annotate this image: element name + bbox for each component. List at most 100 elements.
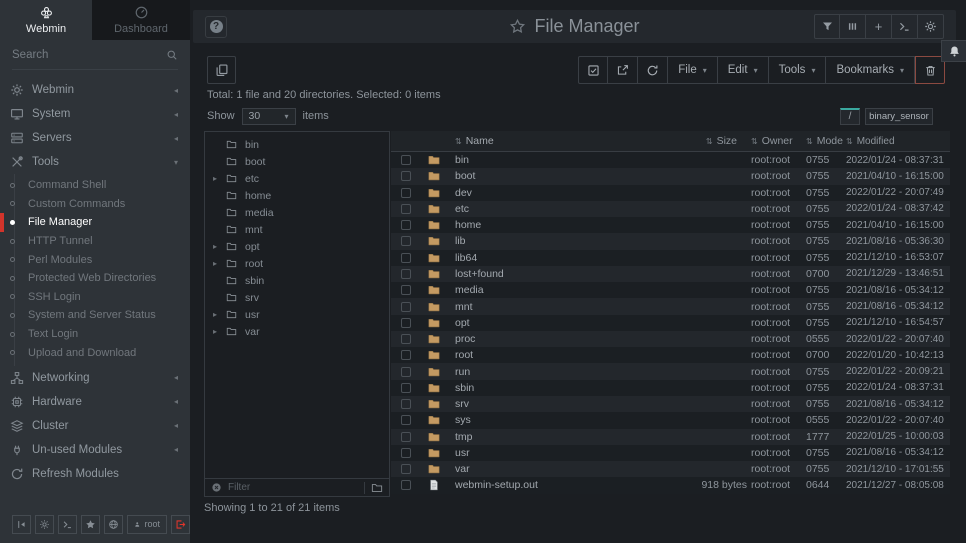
sidebar-item-un-used-modules[interactable]: Un-used Modules	[0, 438, 190, 462]
user-button[interactable]: root	[127, 515, 167, 534]
sidebar-item-system-and-server-status[interactable]: System and Server Status	[0, 306, 190, 325]
sidebar-item-upload-and-download[interactable]: Upload and Download	[0, 343, 190, 362]
checkbox[interactable]	[401, 432, 411, 442]
table-row-mnt[interactable]: mntroot:root07552021/08/16 - 05:34:12	[391, 298, 950, 314]
checkbox[interactable]	[401, 334, 411, 344]
theme-toggle-button[interactable]	[35, 515, 54, 534]
tab-webmin[interactable]: Webmin	[0, 0, 92, 40]
sidebar-item-webmin[interactable]: Webmin	[0, 78, 190, 102]
notifications-tab[interactable]	[941, 40, 966, 62]
checkbox[interactable]	[401, 236, 411, 246]
table-row-lib[interactable]: libroot:root07552021/08/16 - 05:36:30	[391, 233, 950, 249]
sidebar-item-system[interactable]: System	[0, 102, 190, 126]
checkbox[interactable]	[401, 318, 411, 328]
sidebar-item-tools[interactable]: Tools	[0, 150, 190, 174]
columns-button[interactable]	[840, 14, 866, 39]
logout-button[interactable]	[171, 515, 190, 534]
checkbox[interactable]	[401, 188, 411, 198]
sidebar-item-http-tunnel[interactable]: HTTP Tunnel	[0, 232, 190, 251]
table-row-proc[interactable]: procroot:root05552022/01/22 - 20:07:40	[391, 331, 950, 347]
path-search-box[interactable]: binary_sensor	[865, 108, 933, 125]
tree-item-sbin[interactable]: sbin	[205, 272, 389, 289]
tree-item-media[interactable]: media	[205, 204, 389, 221]
page-size-select[interactable]: 30	[242, 108, 296, 125]
sidebar-item-custom-commands[interactable]: Custom Commands	[0, 195, 190, 214]
checkbox[interactable]	[401, 171, 411, 181]
tree-item-root[interactable]: root	[205, 255, 389, 272]
sidebar-item-cluster[interactable]: Cluster	[0, 414, 190, 438]
export-button[interactable]	[608, 56, 638, 84]
table-row-var[interactable]: varroot:root07552021/12/10 - 17:01:55	[391, 461, 950, 477]
collapse-sidebar-button[interactable]	[12, 515, 31, 534]
tree-item-etc[interactable]: etc	[205, 170, 389, 187]
table-row-srv[interactable]: srvroot:root07552021/08/16 - 05:34:12	[391, 396, 950, 412]
search-input[interactable]	[12, 49, 166, 61]
checkbox[interactable]	[401, 448, 411, 458]
checkbox[interactable]	[401, 464, 411, 474]
sidebar-item-perl-modules[interactable]: Perl Modules	[0, 250, 190, 269]
column-header-name[interactable]: Name	[447, 135, 621, 147]
tree-item-boot[interactable]: boot	[205, 153, 389, 170]
caret-right-icon[interactable]	[213, 327, 226, 336]
column-header-size[interactable]: Size	[621, 135, 751, 147]
column-header-modified[interactable]: Modified	[846, 136, 950, 147]
caret-right-icon[interactable]	[213, 310, 226, 319]
tree-filter-input[interactable]	[228, 482, 358, 493]
checkbox[interactable]	[401, 302, 411, 312]
sidebar-item-networking[interactable]: Networking	[0, 366, 190, 390]
table-row-webmin-setup-out[interactable]: webmin-setup.out918 bytesroot:root064420…	[391, 477, 950, 493]
table-row-dev[interactable]: devroot:root07552022/01/22 - 20:07:49	[391, 185, 950, 201]
sidebar-item-hardware[interactable]: Hardware	[0, 390, 190, 414]
clear-filter-icon[interactable]	[211, 482, 222, 493]
tools-menu-button[interactable]: Tools	[769, 56, 827, 84]
table-row-opt[interactable]: optroot:root07552021/12/10 - 16:54:57	[391, 315, 950, 331]
sidebar-item-refresh-modules[interactable]: Refresh Modules	[0, 462, 190, 486]
favorites-button[interactable]	[81, 515, 100, 534]
column-header-owner[interactable]: Owner	[751, 135, 806, 147]
tree-item-bin[interactable]: bin	[205, 136, 389, 153]
checkbox[interactable]	[401, 367, 411, 377]
checkbox[interactable]	[401, 155, 411, 165]
sidebar-item-servers[interactable]: Servers	[0, 126, 190, 150]
filter-button[interactable]	[814, 14, 840, 39]
tree-item-var[interactable]: var	[205, 323, 389, 340]
terminal-button[interactable]	[892, 14, 918, 39]
folder-icon[interactable]	[371, 482, 383, 494]
table-row-boot[interactable]: bootroot:root07552021/04/10 - 16:15:00	[391, 168, 950, 184]
select-all-button[interactable]	[578, 56, 608, 84]
table-row-usr[interactable]: usrroot:root07552021/08/16 - 05:34:12	[391, 445, 950, 461]
checkbox[interactable]	[401, 415, 411, 425]
table-row-tmp[interactable]: tmproot:root17772022/01/25 - 10:00:03	[391, 429, 950, 445]
settings-button[interactable]	[918, 14, 944, 39]
edit-menu-button[interactable]: Edit	[718, 56, 769, 84]
tree-item-home[interactable]: home	[205, 187, 389, 204]
caret-right-icon[interactable]	[213, 259, 226, 268]
checkbox[interactable]	[401, 480, 411, 490]
new-tab-button[interactable]	[866, 14, 892, 39]
sidebar-item-command-shell[interactable]: Command Shell	[0, 176, 190, 195]
bookmarks-menu-button[interactable]: Bookmarks	[826, 56, 915, 84]
checkbox[interactable]	[401, 204, 411, 214]
root-path-button[interactable]: /	[840, 108, 860, 125]
checkbox[interactable]	[401, 383, 411, 393]
checkbox[interactable]	[401, 253, 411, 263]
sidebar-item-protected-web-directories[interactable]: Protected Web Directories	[0, 269, 190, 288]
caret-right-icon[interactable]	[213, 242, 226, 251]
tree-item-srv[interactable]: srv	[205, 289, 389, 306]
paste-buffer-button[interactable]	[207, 56, 236, 84]
table-row-etc[interactable]: etcroot:root07552022/01/24 - 08:37:42	[391, 201, 950, 217]
checkbox[interactable]	[401, 220, 411, 230]
table-row-media[interactable]: mediaroot:root07552021/08/16 - 05:34:12	[391, 282, 950, 298]
tree-item-mnt[interactable]: mnt	[205, 221, 389, 238]
column-header-mode[interactable]: Mode	[806, 135, 846, 147]
caret-right-icon[interactable]	[213, 174, 226, 183]
checkbox[interactable]	[401, 269, 411, 279]
table-row-home[interactable]: homeroot:root07552021/04/10 - 16:15:00	[391, 217, 950, 233]
shell-button[interactable]	[58, 515, 77, 534]
table-row-root[interactable]: rootroot:root07002022/01/20 - 10:42:13	[391, 347, 950, 363]
tree-item-opt[interactable]: opt	[205, 238, 389, 255]
tab-dashboard[interactable]: Dashboard	[92, 0, 190, 40]
sidebar-item-text-login[interactable]: Text Login	[0, 325, 190, 344]
sidebar-item-ssh-login[interactable]: SSH Login	[0, 288, 190, 307]
table-row-sys[interactable]: sysroot:root05552022/01/22 - 20:07:40	[391, 412, 950, 428]
